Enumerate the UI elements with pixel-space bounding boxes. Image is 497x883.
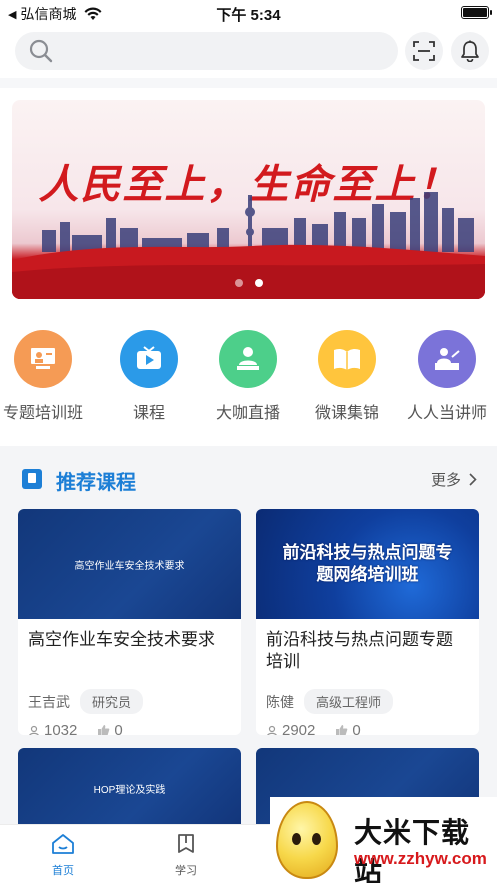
thumbnail-text: 前沿科技与热点问题专题网络培训班 bbox=[282, 543, 453, 584]
category-label: 人人当讲师 bbox=[406, 405, 487, 422]
study-book-icon bbox=[178, 834, 194, 853]
view-count: 2902 bbox=[282, 722, 316, 735]
course-card[interactable]: 高空作业车安全技术要求 高空作业车安全技术要求 王吉武 研究员 1032 0 bbox=[18, 509, 241, 735]
course-card-partial[interactable]: HOP理论及实践 bbox=[18, 748, 241, 828]
view-count: 1032 bbox=[44, 722, 78, 735]
search-bar[interactable] bbox=[15, 32, 398, 70]
search-row bbox=[0, 28, 497, 76]
recommend-header: 推荐课程 更多 bbox=[0, 460, 497, 500]
bookmark-book-icon bbox=[22, 469, 42, 489]
live-speaker-icon bbox=[219, 330, 277, 388]
course-stats: 2902 0 bbox=[256, 714, 479, 735]
tab-home[interactable]: 首页 bbox=[33, 833, 93, 878]
egg-mascot-logo bbox=[276, 801, 338, 879]
category-label: 专题培训班 bbox=[2, 405, 83, 422]
author-role-badge: 高级工程师 bbox=[304, 689, 394, 714]
like-count: 0 bbox=[114, 722, 123, 735]
scan-button[interactable] bbox=[405, 32, 443, 70]
author-role-badge: 研究员 bbox=[80, 689, 144, 714]
course-author-row: 王吉武 研究员 bbox=[18, 683, 241, 714]
search-icon bbox=[29, 39, 53, 63]
scan-icon bbox=[413, 41, 435, 61]
category-training-class[interactable]: 专题培训班 bbox=[0, 330, 93, 423]
chevron-right-icon bbox=[469, 473, 477, 486]
home-icon bbox=[52, 834, 74, 854]
thumbs-up-icon bbox=[98, 725, 110, 735]
course-thumbnail: 高空作业车安全技术要求 bbox=[18, 509, 241, 619]
course-author-row: 陈健 高级工程师 bbox=[256, 683, 479, 714]
thumbnail-text: HOP理论及实践 bbox=[93, 784, 166, 796]
thumbs-up-icon bbox=[336, 725, 348, 735]
course-thumbnail: 前沿科技与热点问题专题网络培训班 bbox=[256, 509, 479, 619]
course-stats: 1032 0 bbox=[18, 714, 241, 735]
battery-icon bbox=[461, 6, 492, 19]
person-icon bbox=[29, 725, 39, 735]
course-title: 高空作业车安全技术要求 bbox=[28, 630, 215, 649]
search-input[interactable] bbox=[61, 43, 361, 59]
category-label: 微课集锦 bbox=[314, 405, 379, 422]
tab-label: 首页 bbox=[52, 865, 74, 877]
like-count: 0 bbox=[352, 722, 361, 735]
more-label: 更多 bbox=[430, 472, 461, 489]
section-title: 推荐课程 bbox=[56, 472, 136, 494]
tv-play-icon bbox=[120, 330, 178, 388]
author-name: 陈健 bbox=[266, 693, 294, 710]
notification-button[interactable] bbox=[451, 32, 489, 70]
carousel-dot[interactable] bbox=[234, 279, 243, 287]
category-label: 大咖直播 bbox=[215, 405, 280, 422]
person-icon bbox=[267, 725, 277, 735]
category-course[interactable]: 课程 bbox=[99, 330, 199, 423]
carousel-dot-active[interactable] bbox=[254, 279, 263, 287]
city-skyline-illustration bbox=[12, 192, 485, 299]
open-book-icon bbox=[318, 330, 376, 388]
training-class-icon bbox=[14, 330, 72, 388]
bell-icon bbox=[461, 40, 479, 62]
banner-carousel[interactable]: 人民至上，生命至上！ bbox=[12, 100, 485, 299]
course-title: 前沿科技与热点问题专题培训 bbox=[266, 630, 453, 671]
watermark-title: 大米下载站 bbox=[354, 817, 471, 883]
thumbnail-text: 高空作业车安全技术要求 bbox=[74, 560, 185, 572]
category-micro-course[interactable]: 微课集锦 bbox=[297, 330, 397, 423]
watermark-url: www.zzhyw.com bbox=[354, 849, 487, 868]
lecturer-podium-icon bbox=[418, 330, 476, 388]
tab-label: 学习 bbox=[175, 865, 197, 877]
category-label: 课程 bbox=[132, 405, 165, 422]
header-separator bbox=[0, 78, 497, 88]
clock: 下午 5:34 bbox=[216, 7, 281, 24]
more-link[interactable]: 更多 bbox=[431, 469, 477, 490]
course-card[interactable]: 前沿科技与热点问题专题网络培训班 前沿科技与热点问题专题培训 陈健 高级工程师 … bbox=[256, 509, 479, 735]
site-watermark: 大米下载站 www.zzhyw.com bbox=[270, 797, 497, 883]
category-grid: 专题培训班 课程 大咖直播 微课集锦 人人当讲师 bbox=[0, 330, 497, 430]
author-name: 王吉武 bbox=[28, 693, 70, 710]
category-lecturer[interactable]: 人人当讲师 bbox=[397, 330, 497, 423]
tab-study[interactable]: 学习 bbox=[156, 833, 216, 878]
status-bar: ◀ 弘信商城 下午 5:34 bbox=[0, 0, 497, 26]
category-live[interactable]: 大咖直播 bbox=[198, 330, 298, 423]
carousel-indicators bbox=[12, 279, 485, 287]
